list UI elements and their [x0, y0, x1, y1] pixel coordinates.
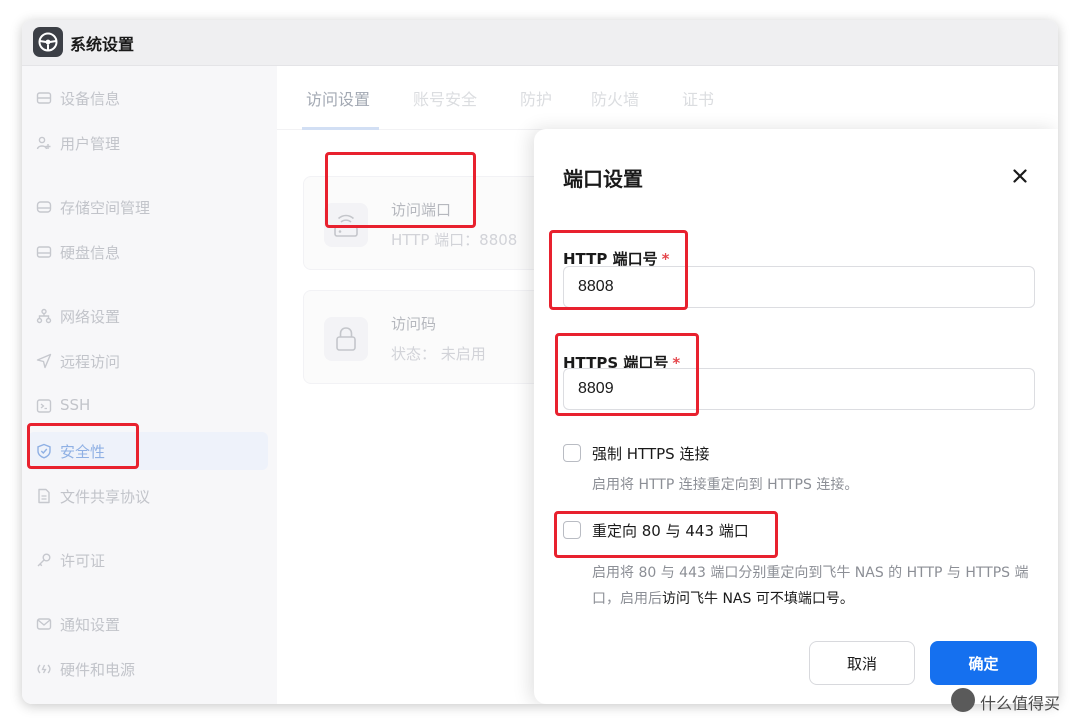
sidebar-item-network[interactable]: 网络设置: [28, 297, 268, 335]
sidebar: 设备信息 用户管理 存储空间管理 硬盘信息 网络设置 远程访问 SSH 安全性: [22, 66, 277, 704]
cancel-button[interactable]: 取消: [809, 641, 915, 685]
disk-icon: [36, 246, 52, 258]
steering-wheel-icon: [33, 27, 63, 57]
settings-window: 系统设置 设备信息 用户管理 存储空间管理 硬盘信息 网络设置 远程访问 SSH…: [22, 20, 1058, 704]
force-https-label[interactable]: 强制 HTTPS 连接: [592, 443, 709, 464]
redirect-ports-description: 启用将 80 与 443 端口分别重定向到飞牛 NAS 的 HTTP 与 HTT…: [592, 560, 1032, 612]
sidebar-item-users[interactable]: 用户管理: [28, 124, 268, 162]
watermark-logo-icon: [951, 688, 975, 712]
sidebar-item-label: 网络设置: [60, 308, 121, 326]
sidebar-item-security[interactable]: 安全性: [28, 432, 268, 470]
force-https-description: 启用将 HTTP 连接重定向到 HTTPS 连接。: [592, 477, 859, 493]
sidebar-item-ssh[interactable]: SSH: [28, 387, 268, 425]
sidebar-item-notifications[interactable]: 通知设置: [28, 605, 268, 643]
file-icon: [38, 488, 50, 504]
key-icon: [37, 553, 51, 567]
sidebar-item-file-sharing[interactable]: 文件共享协议: [28, 477, 268, 515]
sidebar-item-label: 安全性: [60, 443, 106, 461]
storage-icon: [36, 201, 52, 213]
redirect-desc-part2: 访问飞牛 NAS 可不填端口号。: [662, 591, 854, 607]
port-settings-dialog: 端口设置 HTTP 端口号* HTTPS 端口号* 强制 HTTPS 连接 启用…: [534, 129, 1058, 704]
https-port-input[interactable]: [563, 368, 1035, 410]
dialog-title: 端口设置: [563, 167, 643, 191]
shield-icon: [37, 443, 51, 459]
power-icon: [37, 664, 51, 674]
send-icon: [36, 353, 52, 369]
device-icon: [36, 92, 52, 104]
sidebar-item-device-info[interactable]: 设备信息: [28, 79, 268, 117]
sidebar-item-label: 硬件和电源: [60, 661, 136, 679]
redirect-ports-checkbox[interactable]: [563, 521, 581, 539]
sidebar-item-label: SSH: [60, 396, 91, 414]
users-icon: [36, 136, 51, 150]
sidebar-item-label: 存储空间管理: [60, 199, 151, 217]
sidebar-item-remote-access[interactable]: 远程访问: [28, 342, 268, 380]
terminal-icon: [36, 399, 52, 413]
close-icon[interactable]: [1008, 164, 1032, 188]
confirm-button[interactable]: 确定: [930, 641, 1037, 685]
sidebar-item-disk[interactable]: 硬盘信息: [28, 233, 268, 271]
sidebar-item-license[interactable]: 许可证: [28, 541, 268, 579]
title-bar: 系统设置: [22, 20, 1058, 66]
force-https-checkbox[interactable]: [563, 444, 581, 462]
sidebar-item-hardware-power[interactable]: 硬件和电源: [28, 650, 268, 688]
http-port-input[interactable]: [563, 266, 1035, 308]
redirect-ports-label[interactable]: 重定向 80 与 443 端口: [592, 520, 749, 541]
sidebar-item-label: 通知设置: [60, 616, 121, 634]
sidebar-item-storage[interactable]: 存储空间管理: [28, 188, 268, 226]
sidebar-item-label: 设备信息: [60, 90, 121, 108]
sidebar-item-label: 文件共享协议: [60, 488, 151, 506]
watermark-text: 什么值得买: [980, 694, 1061, 713]
sidebar-item-label: 远程访问: [60, 353, 121, 371]
mail-icon: [36, 618, 52, 630]
network-icon: [36, 308, 52, 324]
sidebar-item-label: 用户管理: [60, 135, 121, 153]
window-title: 系统设置: [70, 35, 135, 54]
sidebar-item-label: 许可证: [60, 552, 106, 570]
sidebar-item-label: 硬盘信息: [60, 244, 121, 262]
